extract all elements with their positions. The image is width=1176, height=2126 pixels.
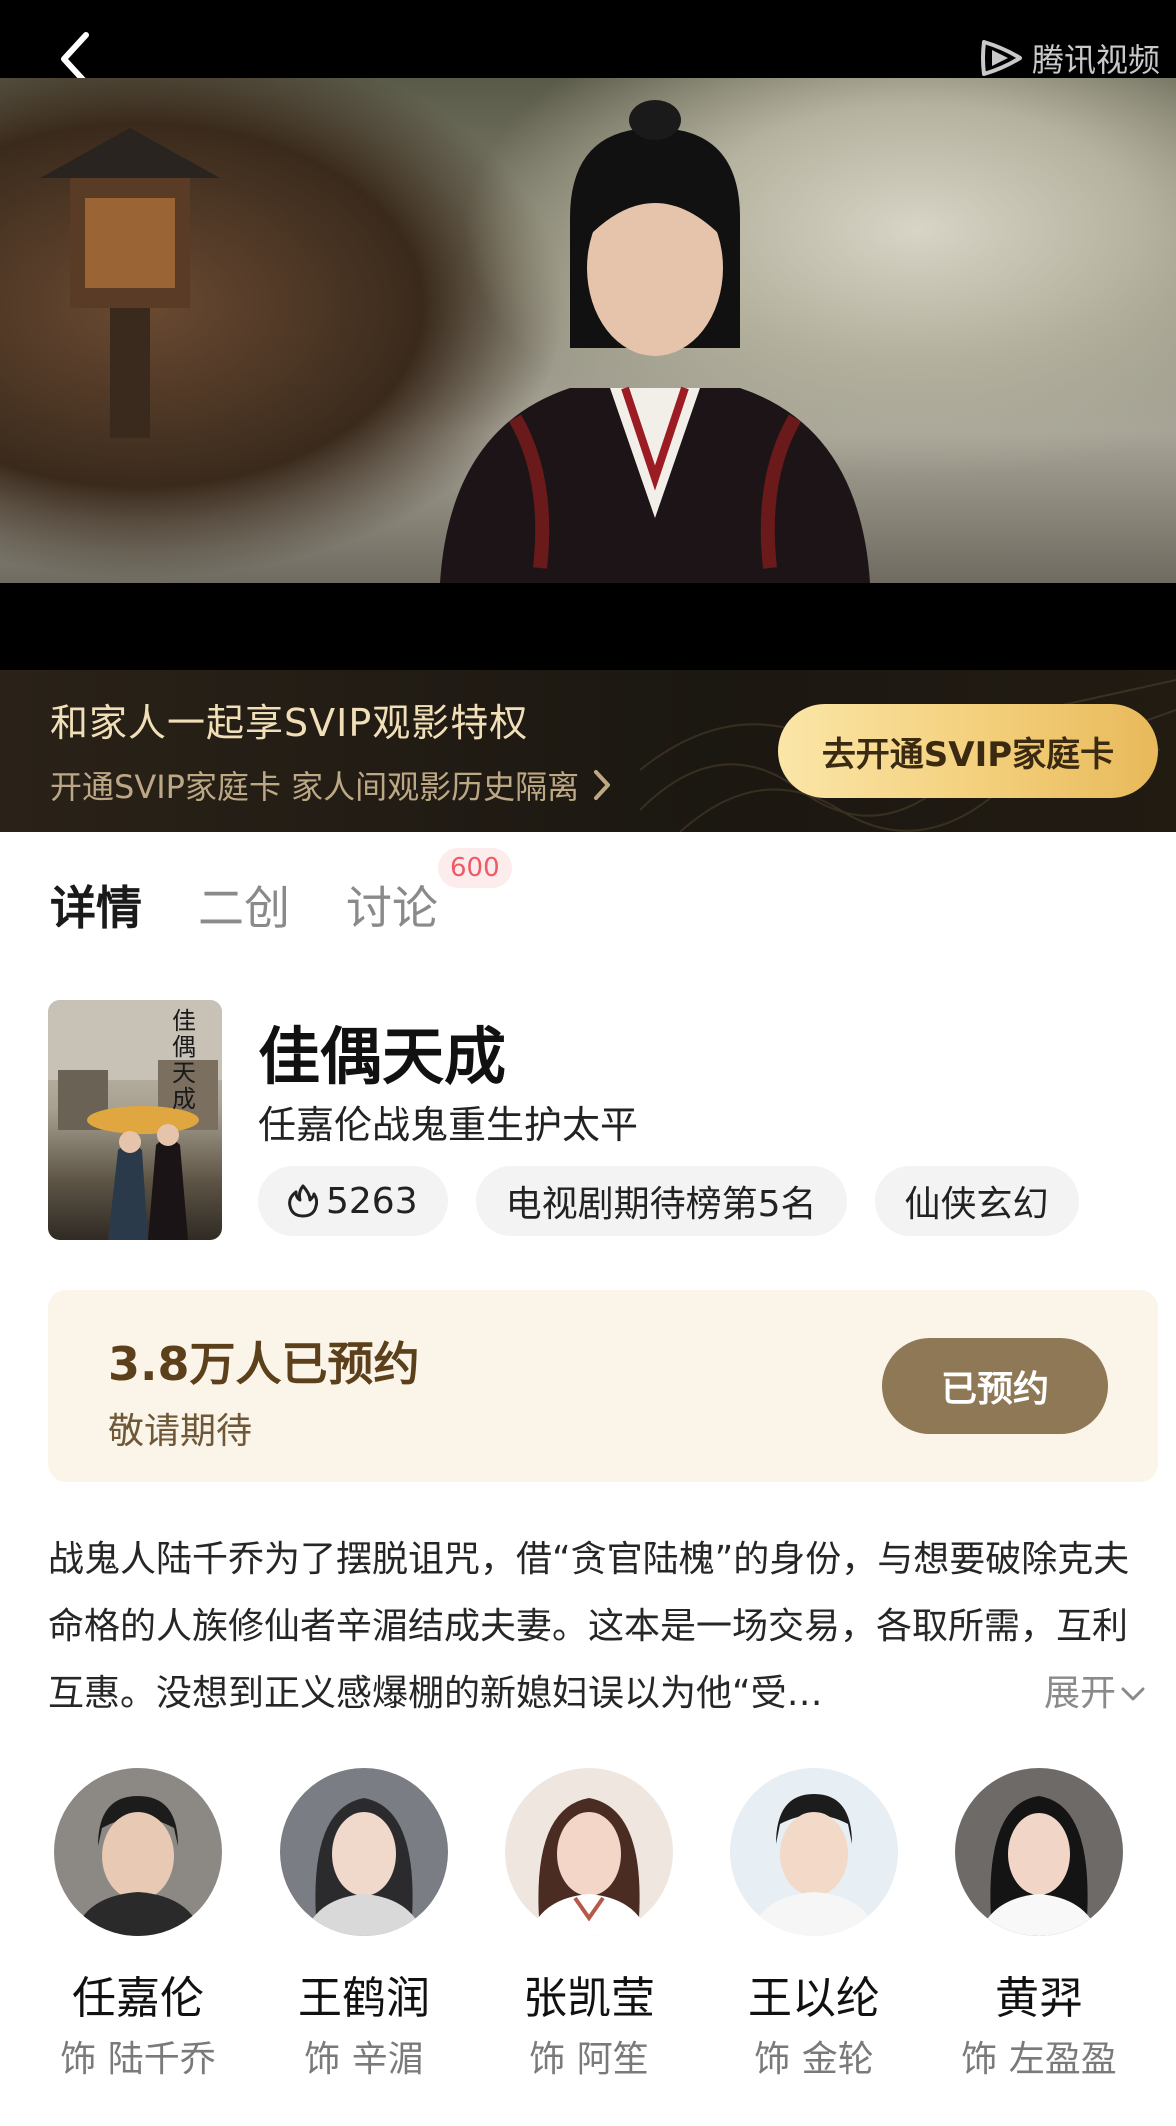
heat-value: 5263 — [326, 1180, 418, 1222]
tencent-video-play-icon — [980, 40, 1022, 76]
cast-name: 王鹤润 — [298, 1973, 430, 2024]
lantern-decoration — [40, 128, 220, 438]
tencent-video-logo: 腾讯视频 — [978, 36, 1160, 80]
expand-label: 展开 — [1044, 1673, 1117, 1714]
show-tags: 5263 电视剧期待榜第5名 仙侠玄幻 — [258, 1166, 1079, 1236]
poster-title: 佳偶天成 — [172, 1007, 196, 1113]
cast-name: 黄羿 — [995, 1973, 1083, 2024]
genre-chip[interactable]: 仙侠玄幻 — [874, 1166, 1079, 1236]
expand-synopsis-button[interactable]: 展开 — [1040, 1660, 1147, 1727]
heat-chip[interactable]: 5263 — [258, 1166, 448, 1236]
content-tabs: 详情 二创 讨论 600 — [50, 848, 512, 942]
video-frame[interactable] — [0, 78, 1176, 583]
svip-title: 和家人一起享SVIP观影特权 — [50, 701, 529, 745]
cast-member[interactable]: 王以纶 饰 金轮 — [714, 1768, 914, 2082]
cast-role: 饰 陆千乔 — [60, 2039, 216, 2080]
avatar — [955, 1768, 1123, 1936]
synopsis-text: 战鬼人陆千乔为了摆脱诅咒，借“贪官陆槐”的身份，与想要破除克夫命格的人族修仙者辛… — [48, 1539, 1130, 1714]
reservation-card: 3.8万人已预约 敬请期待 已预约 — [48, 1290, 1158, 1482]
tab-fan-creations[interactable]: 二创 — [198, 872, 290, 942]
cast-role: 饰 辛湄 — [304, 2039, 424, 2080]
cast-role: 饰 左盈盈 — [961, 2039, 1117, 2080]
cast-name: 王以纶 — [748, 1973, 880, 2024]
cast-list: 任嘉伦 饰 陆千乔 王鹤润 饰 辛湄 张凯莹 饰 阿笙 王以纶 饰 金轮 黄羿 … — [0, 1768, 1176, 2098]
cast-member[interactable]: 张凯莹 饰 阿笙 — [489, 1768, 689, 2082]
cast-member[interactable]: 任嘉伦 饰 陆千乔 — [38, 1768, 238, 2082]
cast-name: 任嘉伦 — [72, 1973, 204, 2024]
actor-figure — [440, 100, 870, 583]
chevron-right-icon — [594, 770, 611, 800]
avatar — [505, 1768, 673, 1936]
show-tagline: 任嘉伦战鬼重生护太平 — [258, 1103, 639, 1147]
avatar — [54, 1768, 222, 1936]
cast-role: 饰 金轮 — [754, 2039, 874, 2080]
avatar — [280, 1768, 448, 1936]
video-player[interactable]: 腾讯视频 — [0, 0, 1176, 670]
cast-member[interactable]: 王鹤润 饰 辛湄 — [264, 1768, 464, 2082]
reservation-note: 敬请期待 — [108, 1411, 253, 1452]
discussion-count-badge: 600 — [438, 848, 512, 888]
show-title: 佳偶天成 — [258, 1020, 507, 1093]
svip-promo-banner[interactable]: 和家人一起享SVIP观影特权 开通SVIP家庭卡 家人间观影历史隔离 去开通SV… — [0, 670, 1176, 832]
logo-text: 腾讯视频 — [1031, 41, 1160, 79]
svip-subtitle-link[interactable]: 开通SVIP家庭卡 家人间观影历史隔离 — [50, 762, 611, 808]
flame-icon — [288, 1184, 318, 1218]
ranking-chip[interactable]: 电视剧期待榜第5名 — [475, 1166, 847, 1236]
tab-details[interactable]: 详情 — [50, 872, 142, 942]
show-poster[interactable]: 佳偶天成 — [48, 1000, 222, 1240]
cast-role: 饰 阿笙 — [529, 2039, 649, 2080]
reservation-count: 3.8万人已预约 — [108, 1337, 420, 1391]
tab-discussion[interactable]: 讨论 600 — [346, 848, 512, 942]
chevron-down-icon — [1121, 1687, 1145, 1700]
reserved-button[interactable]: 已预约 — [882, 1338, 1108, 1434]
svip-subtitle: 开通SVIP家庭卡 家人间观影历史隔离 — [50, 768, 580, 806]
tab-discussion-label: 讨论 — [346, 881, 438, 935]
cast-member[interactable]: 黄羿 饰 左盈盈 — [939, 1768, 1139, 2082]
open-svip-family-card-button[interactable]: 去开通SVIP家庭卡 — [778, 704, 1158, 798]
avatar — [730, 1768, 898, 1936]
cast-name: 张凯莹 — [523, 1973, 655, 2024]
